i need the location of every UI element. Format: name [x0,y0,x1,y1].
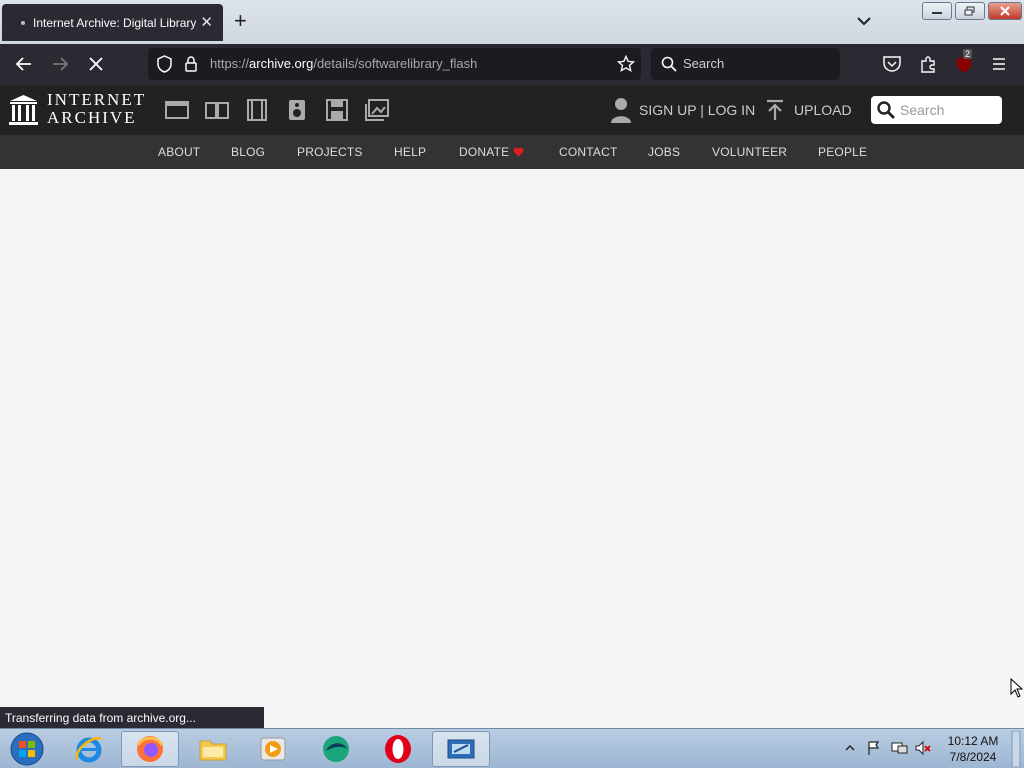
ublock-extension-button[interactable]: 2 [954,49,974,74]
hamburger-menu-icon[interactable] [991,56,1007,72]
bookmark-star-icon[interactable] [617,55,635,73]
forward-arrow-icon[interactable] [49,53,71,75]
ia-search-icon [877,101,895,119]
taskbar-browser-app[interactable] [307,731,365,767]
upload-link[interactable]: UPLOAD [794,102,852,118]
show-hidden-icons-icon[interactable] [845,744,855,752]
loading-dot-icon [21,21,25,25]
back-arrow-icon[interactable] [13,53,35,75]
list-all-tabs-icon[interactable] [855,12,873,30]
nav-help[interactable]: HELP [394,145,426,159]
nav-about[interactable]: ABOUT [158,145,200,159]
extension-badge: 2 [963,49,973,59]
start-orb-icon [10,732,44,766]
network-icon[interactable] [890,740,908,756]
ia-search-input[interactable]: Search [871,96,1002,124]
taskbar-file-explorer[interactable] [184,731,242,767]
url-text: https://archive.org/details/softwarelibr… [210,56,478,71]
windows-taskbar [0,728,1024,768]
file-explorer-icon [199,740,227,761]
minimize-button[interactable] [922,2,952,20]
app-window-icon [447,739,475,759]
opera-icon [385,735,411,763]
software-icon[interactable] [324,97,350,123]
stop-loading-icon[interactable] [85,53,107,75]
pocket-icon[interactable] [882,55,902,73]
mouse-cursor-icon [1010,678,1023,698]
browser-search-placeholder: Search [683,56,725,71]
tab-title: Internet Archive: Digital Library [33,15,196,30]
images-icon[interactable] [364,97,390,123]
nav-projects[interactable]: PROJECTS [297,145,363,159]
logo-line-2: ARCHIVE [47,108,137,127]
search-icon [661,56,677,72]
show-desktop-button[interactable] [1011,731,1021,767]
page-content-area [0,169,1024,728]
firefox-icon [136,736,164,762]
tab-strip: Internet Archive: Digital Library ✕ + [0,0,1024,44]
nav-contact[interactable]: CONTACT [559,145,618,159]
internet-explorer-icon [75,736,102,763]
taskbar-opera[interactable] [369,731,427,767]
restore-icon [964,6,975,16]
extensions-puzzle-icon[interactable] [919,55,937,73]
shield-icon[interactable] [156,55,173,73]
ia-logo-text[interactable]: INTERNET ARCHIVE [47,90,147,127]
nav-jobs[interactable]: JOBS [648,145,680,159]
media-player-icon [260,737,286,761]
taskbar-internet-explorer[interactable] [60,731,118,767]
ia-search-placeholder: Search [900,102,945,118]
heart-icon [513,147,524,157]
address-bar[interactable]: https://archive.org/details/softwarelibr… [148,48,641,80]
texts-icon[interactable] [204,97,230,123]
logo-line-1: INTERNET [47,90,147,109]
video-icon[interactable] [244,97,270,123]
volume-muted-icon[interactable] [914,740,932,756]
browser-tab[interactable]: Internet Archive: Digital Library ✕ [2,4,223,41]
audio-icon[interactable] [284,97,310,123]
taskbar-firefox[interactable] [121,731,179,767]
clock-time: 10:12 AM [947,734,999,748]
ia-logo-icon[interactable] [9,94,38,126]
close-icon [1000,6,1010,16]
web-icon[interactable] [164,97,190,123]
lock-icon[interactable] [184,55,198,73]
nav-volunteer[interactable]: VOLUNTEER [712,145,787,159]
system-clock[interactable]: 10:12 AM 7/8/2024 [942,733,1004,765]
user-icon[interactable] [610,97,632,123]
nav-donate[interactable]: DONATE [459,145,509,159]
status-bar: Transferring data from archive.org... [0,707,264,728]
start-button[interactable] [0,731,54,767]
nav-blog[interactable]: BLOG [231,145,265,159]
browser-app-icon [323,736,349,762]
clock-date: 7/8/2024 [949,750,997,764]
taskbar-app-window[interactable] [432,731,490,767]
nav-people[interactable]: PEOPLE [818,145,867,159]
tab-close-button[interactable]: ✕ [200,13,213,31]
browser-search-bar[interactable]: Search [651,48,840,80]
taskbar-media-player[interactable] [244,731,302,767]
upload-icon[interactable] [765,99,785,121]
new-tab-button[interactable]: + [234,9,247,33]
signup-login-link[interactable]: SIGN UP | LOG IN [639,102,755,118]
close-window-button[interactable] [988,2,1022,20]
ia-secondary-nav: ABOUT BLOG PROJECTS HELP DONATE CONTACT … [0,135,1024,169]
action-center-flag-icon[interactable] [866,740,882,756]
restore-button[interactable] [955,2,985,20]
minimize-icon [932,12,942,14]
